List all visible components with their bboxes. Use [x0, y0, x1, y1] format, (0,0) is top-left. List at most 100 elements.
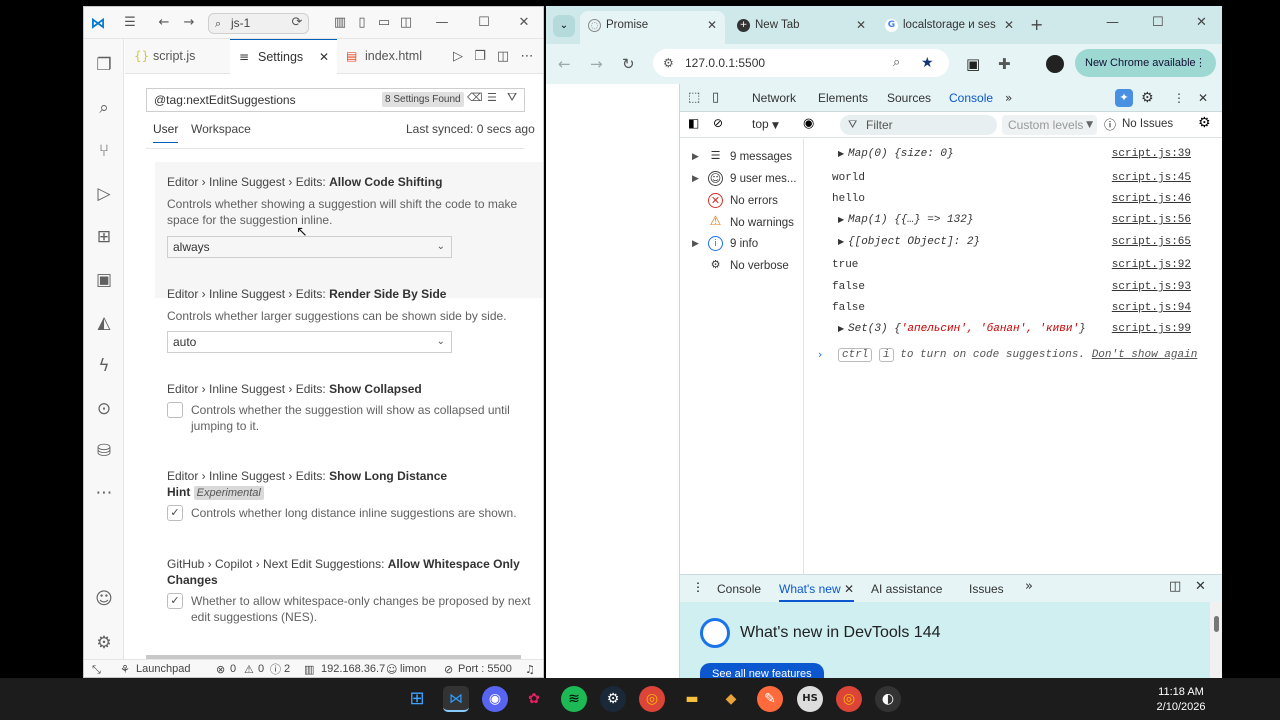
console-log-entry[interactable]: ▶ Map(0) {size: 0} script.js:39 [805, 144, 1222, 166]
console-log-entry[interactable]: ▶ Map(1) {{…} => 132} script.js:56 [805, 210, 1222, 232]
database-icon[interactable]: ⛁ [92, 439, 116, 463]
maximize-icon[interactable]: ☐ [1152, 15, 1164, 30]
expand-triangle-icon[interactable]: ▶ [838, 144, 844, 164]
more-tabs-icon[interactable]: » [1025, 579, 1033, 594]
close-icon[interactable]: ✕ [1195, 579, 1206, 594]
sidebar-item-messages[interactable]: ▶ ☰ 9 messages [688, 147, 808, 167]
toggle-sidebar-icon[interactable]: ▯ [354, 15, 370, 31]
issues-label[interactable]: No Issues [1122, 118, 1173, 130]
close-icon[interactable]: ✕ [516, 15, 532, 31]
ip-address[interactable]: 192.168.36.7 [321, 660, 385, 677]
file-explorer-icon[interactable]: ▬ [679, 686, 705, 712]
address-bar[interactable]: ⚙ 127.0.0.1:5500 ⌕ ★ [653, 49, 949, 77]
spotify-icon[interactable]: ≋ [561, 686, 587, 712]
side-by-side-select[interactable]: auto ⌄ [167, 331, 452, 353]
tab-index-html[interactable]: ▤ index.html [337, 39, 447, 74]
eye-icon[interactable]: ◉ [803, 116, 814, 131]
avatar[interactable] [1046, 55, 1064, 73]
tab-console[interactable]: Console [949, 84, 994, 114]
launchpad-label[interactable]: Launchpad [136, 660, 190, 677]
scope-tab-user[interactable]: User [153, 122, 179, 143]
chrome-icon[interactable]: ◎ [639, 686, 665, 712]
chrome-tab-promise[interactable]: ◌ Promise ✕ [580, 11, 725, 44]
long-distance-hint-checkbox[interactable]: ✓ [167, 505, 183, 521]
scope-tab-workspace[interactable]: Workspace [191, 122, 251, 136]
customize-layout-icon[interactable]: ▥ [332, 15, 348, 31]
postman-icon[interactable]: ✎ [757, 686, 783, 712]
log-levels-dropdown[interactable]: Custom levels ▼ [1002, 115, 1097, 135]
discord-icon[interactable]: ◉ [482, 686, 508, 712]
gear-icon[interactable]: ⚙ [92, 631, 116, 655]
clear-filter-icon[interactable]: ⌫ [467, 91, 483, 104]
run-debug-icon[interactable]: ▷ [92, 182, 116, 206]
filter-icon[interactable]: ⛛ [507, 90, 517, 105]
more-actions-icon[interactable]: ⋯ [519, 49, 535, 65]
warnings-count[interactable]: 0 [258, 660, 264, 677]
port-label[interactable]: Port : 5500 [458, 660, 512, 677]
drawer-tab-console[interactable]: Console [717, 582, 761, 596]
run-icon[interactable]: ▷ [450, 49, 466, 65]
sidebar-item-verbose[interactable]: ⚙ No verbose [688, 256, 808, 276]
console-log-entry[interactable]: false script.js:94 [805, 298, 1222, 320]
forward-arrow-icon[interactable]: → [590, 54, 603, 74]
console-filter-input[interactable]: ⛛ Filter [840, 115, 997, 135]
git-tool-icon[interactable]: ◆ [718, 686, 744, 712]
docker-icon[interactable]: ◭ [92, 311, 116, 335]
close-icon[interactable]: ✕ [1004, 11, 1014, 39]
sidebar-toggle-icon[interactable]: ◧ [688, 116, 699, 130]
console-log-entry[interactable]: world script.js:45 [805, 168, 1222, 190]
problems-count[interactable]: 0 [230, 660, 236, 677]
source-control-icon[interactable]: ⑂ [92, 139, 116, 163]
expand-triangle-icon[interactable]: ▶ [838, 319, 844, 339]
console-log-entry[interactable]: ▶ Set(3) {'апельсин', 'банан', 'киви'} s… [805, 319, 1222, 341]
tab-elements[interactable]: Elements [818, 84, 868, 112]
tab-sources[interactable]: Sources [887, 84, 931, 112]
windows-start-icon[interactable]: ⊞ [404, 686, 430, 712]
close-icon[interactable]: ✕ [1198, 84, 1208, 112]
clear-search-icon[interactable]: ☰ [487, 91, 497, 104]
more-icon[interactable]: ⋯ [92, 481, 116, 505]
log-source-link[interactable]: script.js:39 [1112, 144, 1191, 164]
sidebar-item-info[interactable]: ▶ i 9 info [688, 234, 808, 254]
bell-icon[interactable]: ♫ [525, 660, 535, 677]
zoom-icon[interactable]: ⌕ [893, 49, 900, 77]
remote-explorer-icon[interactable]: ▣ [92, 268, 116, 292]
kebab-menu-icon[interactable]: ⋮ [1173, 84, 1185, 112]
forward-arrow-icon[interactable]: → [181, 15, 197, 31]
chrome-tab-localstorage[interactable]: G localstorage и ses ✕ [877, 11, 1022, 44]
log-source-link[interactable]: script.js:65 [1112, 232, 1191, 252]
console-log-entry[interactable]: ▶ {[object Object]: 2} script.js:65 [805, 232, 1222, 254]
log-source-link[interactable]: script.js:94 [1112, 298, 1191, 318]
ai-assistant-icon[interactable]: ✦ [1115, 89, 1133, 107]
kebab-menu-icon[interactable]: ⋮ [692, 580, 704, 594]
bookmark-star-icon[interactable]: ★ [921, 49, 934, 77]
back-arrow-icon[interactable]: ← [156, 15, 172, 31]
toggle-secondary-sidebar-icon[interactable]: ◫ [398, 15, 414, 31]
log-source-link[interactable]: script.js:56 [1112, 210, 1191, 230]
whitespace-only-checkbox[interactable]: ✓ [167, 593, 183, 609]
code-shifting-select[interactable]: always ⌄ [167, 236, 452, 258]
vertical-scrollbar[interactable] [1210, 602, 1222, 678]
lightning-icon[interactable]: ϟ [92, 354, 116, 378]
close-icon[interactable]: ✕ [707, 11, 717, 39]
extensions-icon[interactable]: ⊞ [92, 225, 116, 249]
dont-show-again-link[interactable]: Don't show again [1092, 349, 1198, 361]
drawer-tab-whats-new[interactable]: What's new ✕ [779, 582, 855, 602]
menu-icon[interactable]: ☰ [122, 15, 138, 31]
context-selector[interactable]: top ▼ [752, 117, 779, 131]
inspect-element-icon[interactable]: ⬚ [688, 84, 700, 112]
tab-network[interactable]: Network [752, 84, 796, 112]
vscode-taskbar-icon[interactable]: ⋈ [443, 686, 469, 712]
drawer-tab-ai-assistance[interactable]: AI assistance [871, 582, 942, 596]
back-arrow-icon[interactable]: ← [558, 54, 571, 74]
system-clock[interactable]: 11:18 AM 2/10/2026 [1150, 685, 1212, 715]
log-source-link[interactable]: script.js:99 [1112, 319, 1191, 339]
sidebar-item-errors[interactable]: ✕ No errors [688, 191, 808, 211]
expand-triangle-icon[interactable]: ▶ [838, 210, 844, 230]
search-icon[interactable]: ⌕ [92, 96, 116, 120]
see-all-features-button[interactable]: See all new features [700, 663, 824, 678]
kebab-menu-icon[interactable]: ⋮ [1195, 49, 1206, 77]
sidebar-item-user-messages[interactable]: ▶ ☺ 9 user mes... [688, 169, 808, 189]
more-tabs-icon[interactable]: » [1005, 84, 1012, 112]
maximize-icon[interactable]: ☐ [476, 15, 492, 31]
